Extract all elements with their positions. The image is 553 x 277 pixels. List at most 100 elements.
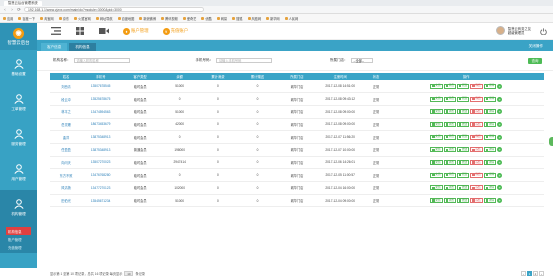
op-button-4[interactable]: 详情 xyxy=(483,134,497,140)
op-button-0[interactable]: 充值 xyxy=(430,198,443,204)
store-select[interactable]: --全部-- xyxy=(350,57,373,64)
tab-org-info[interactable]: 机构信息 xyxy=(69,43,96,51)
op-button-2[interactable]: 赠送 xyxy=(456,134,470,140)
op-button-3[interactable]: 冻结 xyxy=(470,96,483,102)
submenu-item[interactable]: 账户管理 xyxy=(0,235,37,243)
op-button-4[interactable]: 详情 xyxy=(483,147,497,153)
op-button-0[interactable]: 充值 xyxy=(430,147,443,153)
page-size-select[interactable]: 10 xyxy=(124,270,134,276)
op-button-3[interactable]: 冻结 xyxy=(470,172,483,178)
add-icon[interactable]: + xyxy=(497,134,503,140)
op-button-3[interactable]: 冻结 xyxy=(470,198,483,204)
add-icon[interactable]: + xyxy=(497,159,503,165)
submenu-item[interactable]: 充值管理 xyxy=(0,243,37,251)
op-button-0[interactable]: 充值 xyxy=(430,159,443,165)
op-button-1[interactable]: 消费 xyxy=(443,172,456,178)
sidebar-item[interactable]: 机构管理 xyxy=(0,190,37,225)
op-button-1[interactable]: 消费 xyxy=(443,121,456,127)
op-button-0[interactable]: 充值 xyxy=(430,96,443,102)
op-button-4[interactable]: 详情 xyxy=(483,172,497,178)
sidebar-item[interactable]: 服务管理 xyxy=(0,120,37,155)
bookmark-item[interactable]: 人民网 xyxy=(284,16,298,21)
menu-recharge[interactable]: ¥ 充值账户 xyxy=(162,27,188,35)
add-icon[interactable]: + xyxy=(497,109,503,115)
op-button-1[interactable]: 消费 xyxy=(443,134,456,140)
bookmark-item[interactable]: 新浪微博 xyxy=(139,16,156,21)
op-button-2[interactable]: 赠送 xyxy=(456,96,470,102)
op-button-4[interactable]: 详情 xyxy=(483,185,497,191)
op-button-0[interactable]: 充值 xyxy=(430,109,443,115)
op-button-2[interactable]: 赠送 xyxy=(456,83,470,89)
browser-tab[interactable]: 智慧云后台管理系统 xyxy=(4,0,42,6)
tab-customer-info[interactable]: 客户信息 xyxy=(41,43,68,51)
query-button[interactable]: 查询 xyxy=(528,58,542,64)
op-button-2[interactable]: 赠送 xyxy=(456,172,470,178)
bookmark-item[interactable]: 京东 xyxy=(58,16,69,21)
op-button-2[interactable]: 赠送 xyxy=(456,121,470,127)
name-input[interactable]: 请输入机构名称 xyxy=(73,57,130,64)
user-area[interactable]: 智慧云商务之友 超级管理员 xyxy=(495,26,531,35)
phone-input[interactable]: 请输入手机号码 xyxy=(216,57,272,64)
bookmark-item[interactable]: 搜狐 xyxy=(232,16,243,21)
add-icon[interactable]: + xyxy=(497,96,503,102)
op-button-2[interactable]: 赠送 xyxy=(456,109,470,115)
op-button-4[interactable]: 详情 xyxy=(483,109,497,115)
op-button-1[interactable]: 消费 xyxy=(443,159,456,165)
op-button-3[interactable]: 冻结 xyxy=(470,159,483,165)
op-button-1[interactable]: 消费 xyxy=(443,198,456,204)
bookmark-item[interactable]: 新华网 xyxy=(266,16,280,21)
add-icon[interactable]: + xyxy=(497,121,503,127)
bookmark-item[interactable]: 应用 xyxy=(3,16,13,21)
bookmark-item[interactable]: 火狐官网 xyxy=(74,16,91,21)
add-icon[interactable]: + xyxy=(497,83,503,89)
op-button-1[interactable]: 消费 xyxy=(443,185,456,191)
bookmark-item[interactable]: 百度一下 xyxy=(18,16,35,21)
op-button-2[interactable]: 赠送 xyxy=(456,198,470,204)
bookmark-item[interactable]: 淘宝网 xyxy=(40,16,54,21)
submenu-item[interactable]: 机构信息 xyxy=(6,227,31,235)
bookmark-item[interactable]: 百度地图 xyxy=(117,16,134,21)
next-page-button[interactable]: › xyxy=(539,270,544,276)
bookmark-item[interactable]: 网址导航 xyxy=(95,16,113,21)
sidebar-item[interactable]: 工单管理 xyxy=(0,85,37,120)
sidebar-item[interactable]: 用户管理 xyxy=(0,155,37,190)
op-button-4[interactable]: 详情 xyxy=(483,83,497,89)
add-icon[interactable]: + xyxy=(497,147,503,153)
op-button-0[interactable]: 充值 xyxy=(430,134,443,140)
op-button-2[interactable]: 赠送 xyxy=(456,159,470,165)
op-button-4[interactable]: 详情 xyxy=(483,159,497,165)
sidebar-item[interactable]: 基础设置 xyxy=(0,50,37,85)
op-button-1[interactable]: 消费 xyxy=(443,147,456,153)
back-icon[interactable]: ‹ xyxy=(3,7,7,12)
page-button[interactable]: 2 xyxy=(533,270,538,276)
add-icon[interactable]: + xyxy=(497,198,503,204)
op-button-3[interactable]: 冻结 xyxy=(470,83,483,89)
op-button-4[interactable]: 详情 xyxy=(483,96,497,102)
video-icon[interactable] xyxy=(99,27,109,35)
op-button-3[interactable]: 冻结 xyxy=(470,147,483,153)
bookmark-item[interactable]: 爱奇艺 xyxy=(182,16,196,21)
op-button-3[interactable]: 冻结 xyxy=(470,185,483,191)
bookmark-item[interactable]: 凤凰网 xyxy=(247,16,261,21)
op-button-3[interactable]: 冻结 xyxy=(470,109,483,115)
op-button-0[interactable]: 充值 xyxy=(430,185,443,191)
prev-page-button[interactable]: ‹ xyxy=(521,270,526,276)
grid-icon[interactable] xyxy=(75,27,85,35)
forward-icon[interactable]: › xyxy=(10,7,14,12)
page-button[interactable]: 1 xyxy=(527,270,532,276)
op-button-0[interactable]: 充值 xyxy=(430,172,443,178)
op-button-3[interactable]: 冻结 xyxy=(470,121,483,127)
op-button-4[interactable]: 详情 xyxy=(483,198,497,204)
side-float-tab[interactable] xyxy=(549,137,553,146)
close-all-button[interactable]: 关闭操作 xyxy=(529,42,543,50)
reload-icon[interactable]: ⟳ xyxy=(17,7,21,13)
add-icon[interactable]: + xyxy=(497,172,503,178)
power-icon[interactable] xyxy=(540,28,547,35)
menu-account[interactable]: ♦ 账户管理 xyxy=(123,27,149,35)
bookmark-item[interactable]: 网易 xyxy=(216,16,227,21)
menu-toggle-icon[interactable] xyxy=(51,27,61,35)
bookmark-item[interactable]: 优酷 xyxy=(201,16,212,21)
op-button-0[interactable]: 充值 xyxy=(430,83,443,89)
op-button-2[interactable]: 赠送 xyxy=(456,185,470,191)
op-button-3[interactable]: 冻结 xyxy=(470,134,483,140)
